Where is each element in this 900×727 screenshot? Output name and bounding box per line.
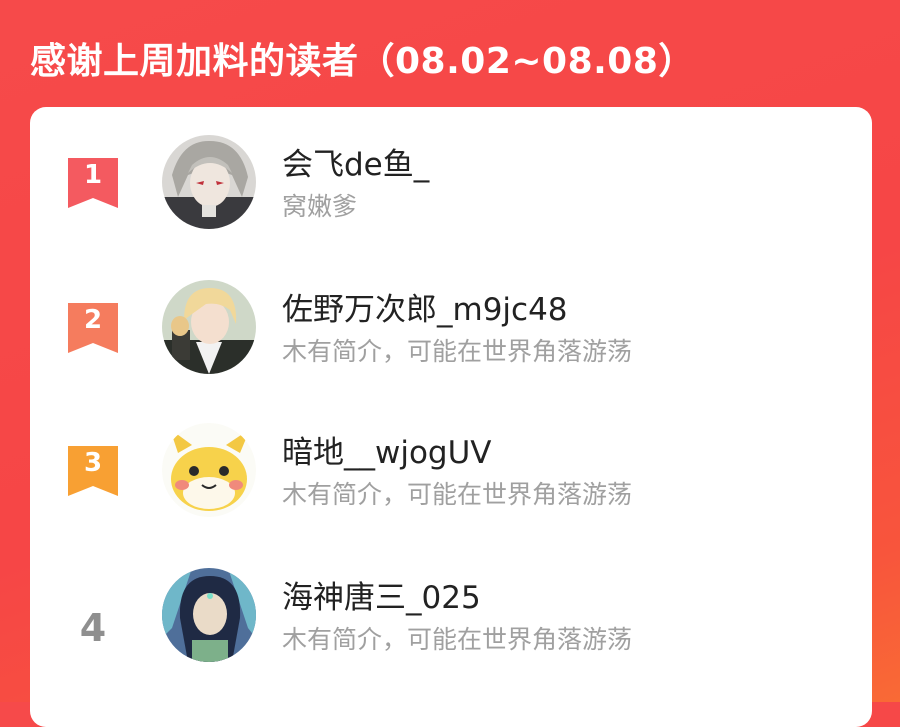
- avatar[interactable]: [162, 568, 256, 662]
- rank-ribbon-icon: 2: [68, 303, 118, 353]
- reader-list-card: 1 会飞de鱼_ 窝嫩爹 2 佐野万次郎_m9jc48 木有简介，可能在世界角落…: [30, 107, 872, 727]
- reader-name[interactable]: 佐野万次郎_m9jc48: [282, 284, 568, 329]
- reader-bio: 窝嫩爹: [282, 192, 358, 221]
- reader-row-3[interactable]: 3 暗地__wjogUV 木有简介，可能在世界角落游荡: [30, 423, 872, 553]
- rank-number: 4: [79, 606, 107, 650]
- reader-bio: 木有简介，可能在世界角落游荡: [282, 625, 633, 654]
- reader-name[interactable]: 暗地__wjogUV: [282, 427, 492, 472]
- reader-name[interactable]: 会飞de鱼_: [282, 139, 429, 184]
- rank-number: 3: [83, 448, 103, 478]
- reader-row-4[interactable]: 4 海神唐三_025 木有简介，可能在世界角落游荡: [30, 568, 872, 698]
- reader-bio: 木有简介，可能在世界角落游荡: [282, 337, 633, 366]
- page-title: 感谢上周加料的读者（08.02~08.08）: [30, 41, 695, 82]
- reader-bio: 木有简介，可能在世界角落游荡: [282, 480, 633, 509]
- rank-ribbon-icon: 3: [68, 446, 118, 496]
- rank-ribbon-icon: 1: [68, 158, 118, 208]
- reader-name[interactable]: 海神唐三_025: [282, 572, 481, 617]
- avatar[interactable]: [162, 423, 256, 517]
- reader-row-2[interactable]: 2 佐野万次郎_m9jc48 木有简介，可能在世界角落游荡: [30, 280, 872, 410]
- avatar[interactable]: [162, 280, 256, 374]
- avatar[interactable]: [162, 135, 256, 229]
- rank-number: 1: [83, 160, 103, 190]
- reader-row-1[interactable]: 1 会飞de鱼_ 窝嫩爹: [30, 135, 872, 265]
- rank-number: 2: [83, 305, 103, 335]
